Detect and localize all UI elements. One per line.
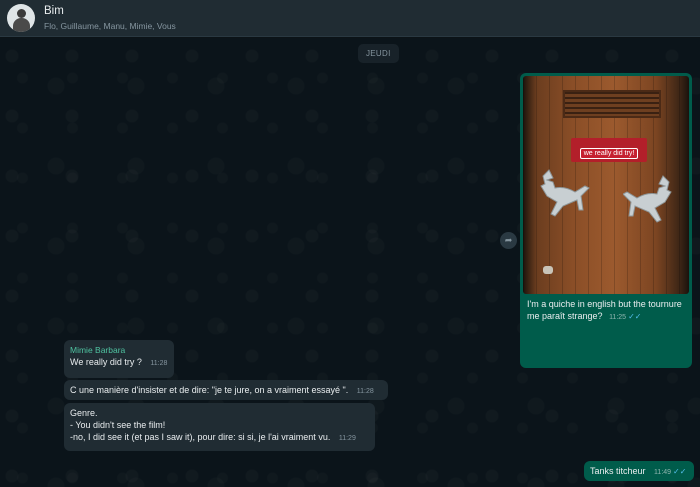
incoming-message[interactable]: C une manière d'insister et de dire: "je… bbox=[64, 380, 388, 400]
door-sign: we really did try! bbox=[571, 138, 647, 162]
double-check-icon: ✓✓ bbox=[673, 467, 687, 476]
message-list[interactable]: JEUDI ➦ we really did try! I'm a quiche … bbox=[0, 38, 700, 487]
double-check-icon: ✓✓ bbox=[628, 312, 642, 321]
incoming-message[interactable]: Mimie Barbara We really did try ? 11:28 bbox=[64, 340, 174, 378]
day-separator: JEUDI bbox=[358, 44, 399, 63]
message-line: - You didn't see the film! bbox=[70, 420, 166, 430]
message-time: 11:28 bbox=[356, 388, 374, 395]
chat-title: Bim bbox=[44, 5, 64, 17]
message-time: 11:28 bbox=[150, 360, 168, 367]
chat-header[interactable]: Bim Flo, Guillaume, Manu, Mimie, Vous bbox=[0, 0, 700, 37]
chat-header-titles[interactable]: Bim Flo, Guillaume, Manu, Mimie, Vous bbox=[44, 4, 176, 32]
group-avatar[interactable] bbox=[7, 4, 35, 32]
door-knob bbox=[543, 266, 553, 274]
door-vent bbox=[563, 90, 661, 118]
reindeer-decoration-right bbox=[623, 175, 672, 223]
image-message[interactable]: we really did try! I'm a quiche in engli… bbox=[520, 73, 692, 368]
message-time: 11:29 bbox=[338, 435, 356, 442]
message-text: Tanks titcheur bbox=[590, 466, 646, 476]
message-time: 11:25 ✓✓ bbox=[609, 312, 642, 321]
avatar-head-shape bbox=[17, 9, 26, 18]
reindeer-decoration-left bbox=[540, 169, 590, 217]
message-line: Genre. bbox=[70, 408, 98, 418]
outgoing-message[interactable]: Tanks titcheur 11:49 ✓✓ bbox=[584, 461, 694, 481]
door-sign-text: we really did try! bbox=[579, 148, 639, 159]
image-caption: I'm a quiche in english but the tournure… bbox=[523, 294, 689, 324]
avatar-body-shape bbox=[13, 18, 30, 32]
message-line: -no, I did see it (et pas I saw it), pou… bbox=[70, 432, 331, 442]
message-text: We really did try ? bbox=[70, 357, 142, 367]
forward-icon[interactable]: ➦ bbox=[500, 232, 517, 249]
sender-name[interactable]: Mimie Barbara bbox=[70, 344, 168, 356]
image-caption-text: I'm a quiche in english but the tournure… bbox=[527, 299, 682, 321]
incoming-message[interactable]: Genre. - You didn't see the film! -no, I… bbox=[64, 403, 375, 451]
message-text: C une manière d'insister et de dire: "je… bbox=[70, 385, 349, 395]
message-time: 11:49 ✓✓ bbox=[654, 467, 687, 476]
message-image[interactable]: we really did try! bbox=[523, 76, 689, 294]
chat-members-list: Flo, Guillaume, Manu, Mimie, Vous bbox=[44, 21, 176, 31]
